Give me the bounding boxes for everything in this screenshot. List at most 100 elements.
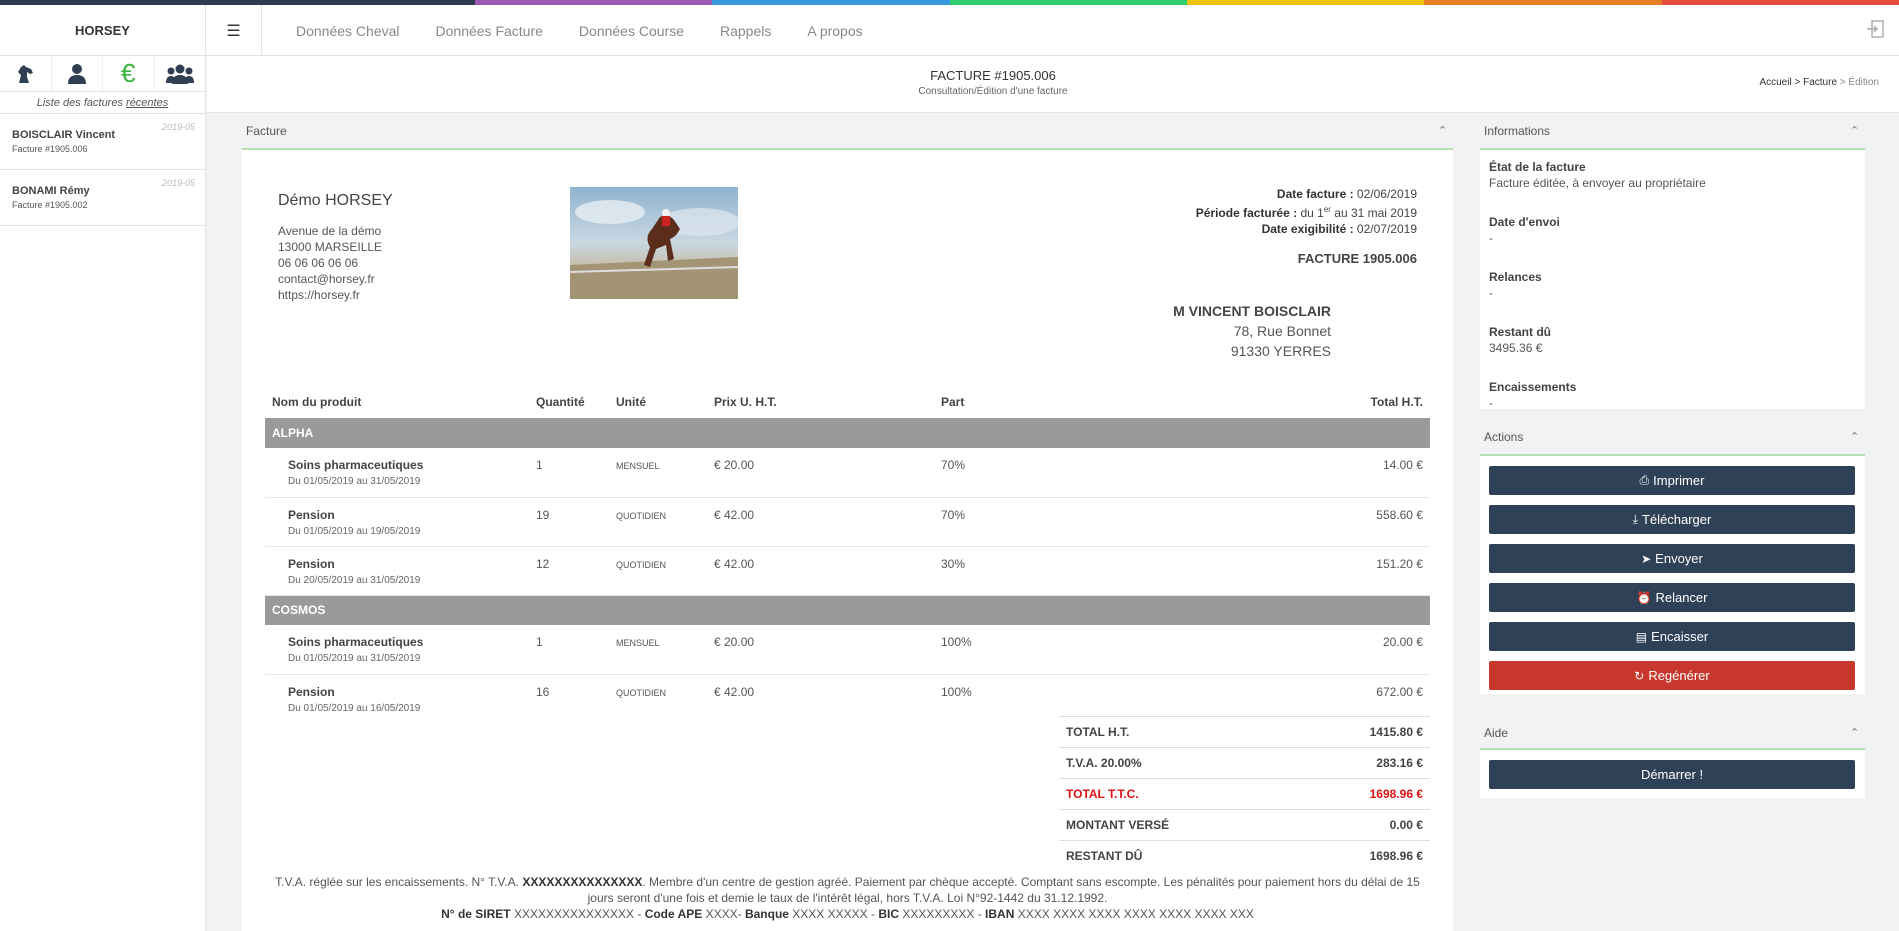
unit-cell: MENSUEL bbox=[616, 638, 660, 648]
totals-row: T.V.A. 20.00% 283.16 € bbox=[1059, 747, 1430, 779]
quantity-cell: 1 bbox=[529, 625, 609, 675]
breadcrumb: Accueil > Facture > Édition bbox=[1759, 77, 1879, 88]
group-row: ALPHA bbox=[265, 418, 1430, 448]
breadcrumb-current: Édition bbox=[1848, 77, 1879, 88]
button-label: Envoyer bbox=[1655, 551, 1703, 566]
top-bar: HORSEY ☰ Données Cheval Données Facture Do… bbox=[0, 5, 1899, 56]
total-cell: 14.00 € bbox=[1094, 448, 1430, 498]
price-cell: € 20.00 bbox=[707, 625, 934, 675]
company-address-line: Avenue de la démo bbox=[278, 224, 382, 238]
encaisser-button[interactable]: ▤ Encaisser bbox=[1489, 622, 1855, 651]
sidebar-icon-tabs: € bbox=[0, 56, 205, 92]
product-name: Soins pharmaceutiques bbox=[288, 635, 424, 649]
info-value: - bbox=[1489, 286, 1493, 300]
invoice-document: Démo HORSEY Avenue de la démo 13000 MARSE… bbox=[242, 148, 1453, 931]
hamburger-icon[interactable]: ☰ bbox=[206, 5, 262, 56]
download-icon: ⤓ bbox=[1632, 512, 1638, 526]
button-label: Encaisser bbox=[1651, 629, 1709, 644]
alarm-icon: ⏰ bbox=[1636, 590, 1652, 605]
recent-invoice-number: Facture #1905.006 bbox=[12, 144, 88, 154]
table-row: Pension Du 20/05/2019 au 31/05/2019 12 QUOT… bbox=[265, 546, 1430, 596]
euro-icon[interactable]: € bbox=[103, 56, 155, 91]
top-nav-item[interactable]: Données Facture bbox=[436, 23, 543, 39]
logout-icon[interactable] bbox=[1865, 19, 1885, 39]
totals-value: 0.00 € bbox=[1294, 809, 1430, 841]
group-icon[interactable] bbox=[155, 56, 206, 91]
quantity-cell: 12 bbox=[529, 546, 609, 596]
group-name: COSMOS bbox=[265, 595, 1430, 625]
totals-value: 1415.80 € bbox=[1294, 716, 1430, 748]
tlcharger-button[interactable]: ⤓ Télécharger bbox=[1489, 505, 1855, 534]
column-header: Total H.T. bbox=[1370, 394, 1423, 409]
totals-row: RESTANT DÛ 1698.96 € bbox=[1059, 840, 1430, 872]
top-nav-item[interactable]: Données Cheval bbox=[296, 23, 400, 39]
company-address-line: 06 06 06 06 06 bbox=[278, 256, 359, 270]
recent-invoice-item[interactable]: BONAMI Rémy Facture #1905.002 2019-05 bbox=[0, 170, 205, 226]
aide-panel: Démarrer ! bbox=[1480, 748, 1865, 798]
breadcrumb-invoice[interactable]: Facture bbox=[1803, 77, 1837, 88]
regnrer-button[interactable]: ↻ Regénérer bbox=[1489, 661, 1855, 690]
info-value: - bbox=[1489, 396, 1493, 410]
info-value: - bbox=[1489, 231, 1493, 245]
send-icon: ➤ bbox=[1641, 551, 1652, 566]
top-nav-item[interactable]: Données Course bbox=[579, 23, 684, 39]
collapse-info-icon[interactable]: ⌃ bbox=[1850, 124, 1859, 137]
info-label: Relances bbox=[1489, 270, 1542, 284]
top-nav: Données Cheval Données Facture Données Cou… bbox=[278, 5, 881, 56]
relancer-button[interactable]: ⏰ Relancer bbox=[1489, 583, 1855, 612]
horse-icon[interactable] bbox=[0, 56, 52, 91]
part-cell: 100% bbox=[934, 625, 1094, 675]
product-name: Soins pharmaceutiques bbox=[288, 458, 424, 472]
company-address-line: https://horsey.fr bbox=[278, 288, 360, 302]
totals-value: 1698.96 € bbox=[1294, 778, 1430, 810]
top-nav-item[interactable]: A propos bbox=[807, 23, 862, 39]
totals-label: T.V.A. 20.00% bbox=[1059, 747, 1295, 779]
unit-cell: QUOTIDIEN bbox=[616, 559, 667, 570]
recent-invoice-item[interactable]: BOISCLAIR Vincent Facture #1905.006 2019-0… bbox=[0, 114, 205, 170]
button-label: Imprimer bbox=[1653, 473, 1705, 488]
imprimer-button[interactable]: ⎙ Imprimer bbox=[1489, 466, 1855, 495]
unit-cell: QUOTIDIEN bbox=[616, 510, 667, 521]
collapse-aide-icon[interactable]: ⌃ bbox=[1850, 726, 1859, 739]
button-label: Télécharger bbox=[1641, 512, 1712, 527]
client-name: M VINCENT BOISCLAIR bbox=[1173, 303, 1331, 319]
info-label: Encaissements bbox=[1489, 380, 1577, 394]
product-name: Pension bbox=[288, 684, 335, 699]
column-header: Unité bbox=[616, 394, 646, 409]
page-subtitle: Consultation/Édition d'une facture bbox=[918, 86, 1068, 97]
company-block: Démo HORSEY Avenue de la démo 13000 MARSE… bbox=[278, 192, 393, 303]
product-name: Pension bbox=[288, 556, 335, 571]
total-cell: 20.00 € bbox=[1094, 625, 1430, 675]
start-help-button[interactable]: Démarrer ! bbox=[1489, 760, 1855, 789]
totals-value: 283.16 € bbox=[1294, 747, 1430, 779]
recent-invoice-date: 2019-05 bbox=[161, 178, 195, 188]
product-period: Du 01/05/2019 au 16/05/2019 bbox=[288, 702, 421, 714]
quantity-cell: 16 bbox=[536, 684, 550, 699]
part-cell: 70% bbox=[934, 497, 1094, 547]
totals-label: MONTANT VERSÉ bbox=[1059, 809, 1295, 841]
top-nav-item[interactable]: Rappels bbox=[720, 23, 771, 39]
invoice-panel-title: Facture bbox=[246, 124, 287, 138]
totals-row: MONTANT VERSÉ 0.00 € bbox=[1059, 809, 1430, 841]
product-name: Pension bbox=[288, 507, 335, 522]
breadcrumb-home[interactable]: Accueil bbox=[1759, 77, 1791, 88]
invoice-number: FACTURE 1905.006 bbox=[1297, 251, 1417, 266]
user-icon[interactable] bbox=[52, 56, 103, 91]
recent-invoice-number: Facture #1905.002 bbox=[12, 200, 88, 210]
part-cell: 30% bbox=[934, 546, 1094, 596]
collapse-invoice-icon[interactable]: ⌃ bbox=[1438, 124, 1447, 137]
envoyer-button[interactable]: ➤ Envoyer bbox=[1489, 544, 1855, 573]
column-header: Part bbox=[941, 394, 965, 409]
sidebar: € Liste des factures récentes BOISCLAIR … bbox=[0, 56, 206, 931]
client-address-line: 91330 YERRES bbox=[1230, 343, 1331, 359]
horse-photo bbox=[570, 187, 738, 299]
price-cell: € 42.00 bbox=[707, 497, 934, 547]
group-name: ALPHA bbox=[265, 418, 1430, 448]
info-panel: État de la facture Facture éditée, à envo… bbox=[1480, 148, 1865, 410]
page-header: FACTURE #1905.006 Consultation/Édition d… bbox=[207, 56, 1899, 113]
collapse-actions-icon[interactable]: ⌃ bbox=[1850, 430, 1859, 443]
product-period: Du 01/05/2019 au 19/05/2019 bbox=[288, 525, 421, 537]
brand-logo[interactable]: HORSEY bbox=[0, 5, 206, 56]
client-address-line: 78, Rue Bonnet bbox=[1233, 323, 1331, 339]
totals-label: TOTAL T.T.C. bbox=[1059, 778, 1295, 810]
